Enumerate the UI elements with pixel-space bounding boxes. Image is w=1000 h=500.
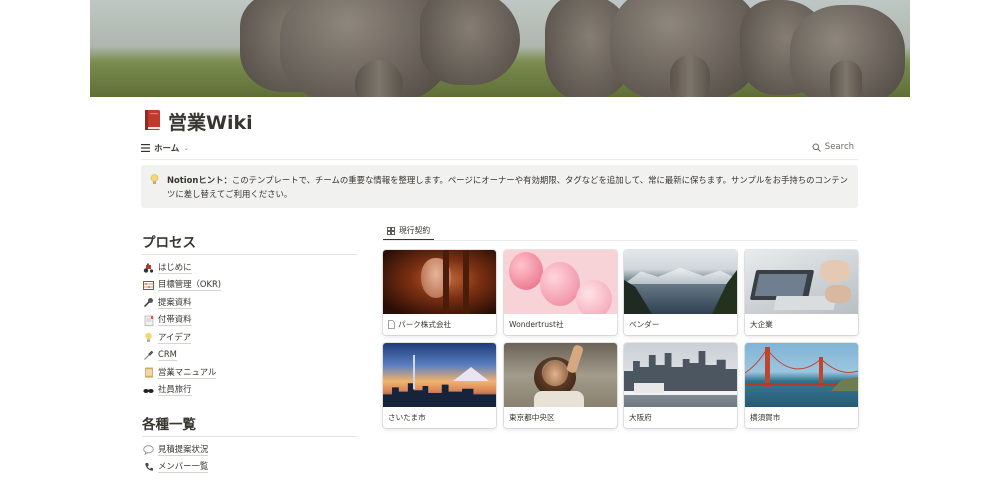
card-image-harbor-skyline: [624, 343, 737, 407]
page-link-quote-status[interactable]: 見積提案状況: [143, 441, 209, 459]
page-link-okr[interactable]: 目標管理（OKR): [143, 277, 222, 295]
process-link-list: はじめに 目標管理（OKR) 提案資料 付帯資料 アイデア CRM 営業マニュア…: [143, 259, 222, 400]
scroll-icon: [143, 367, 154, 378]
card-title: 横須賀市: [750, 412, 854, 423]
card-title-text: さいたま市: [388, 413, 426, 422]
divider: [142, 254, 357, 255]
page-link-label: CRM: [158, 349, 177, 362]
page-link-label: 目標管理（OKR): [158, 279, 222, 292]
page-title[interactable]: 営業Wiki: [168, 108, 253, 135]
page-link-crm[interactable]: CRM: [143, 347, 221, 365]
sunglasses-icon: [143, 385, 154, 396]
page-link-label: アイデア: [158, 331, 192, 344]
page-link-label: 付帯資料: [158, 314, 192, 327]
page-link-label: 見積提案状況: [158, 443, 209, 456]
search-button[interactable]: Search: [812, 142, 854, 152]
list-icon: [141, 144, 150, 152]
page-link-member-list[interactable]: メンバー一覧: [143, 459, 209, 477]
page-link-supplementary[interactable]: 付帯資料: [143, 312, 221, 330]
gallery-card-vendor[interactable]: ベンダー: [624, 250, 737, 335]
card-title-text: ベンダー: [629, 320, 660, 329]
page-link-label: はじめに: [158, 261, 192, 274]
speech-bubble-icon: [143, 444, 154, 455]
card-title-text: 東京都中央区: [509, 413, 555, 422]
card-image-fjord: [624, 250, 737, 314]
telephone-icon: [143, 462, 154, 473]
gallery-grid-icon: [387, 226, 395, 235]
page-icon: [388, 320, 395, 329]
section-title-lists: 各種一覧: [142, 417, 196, 433]
gallery-card-chuo[interactable]: 東京都中央区: [504, 343, 617, 428]
gallery-card-saitama[interactable]: さいたま市: [383, 343, 496, 428]
cover-image[interactable]: [90, 0, 910, 97]
page-link-getting-started[interactable]: はじめに: [143, 259, 221, 277]
cover-elephant-trunk: [670, 55, 710, 97]
card-image-golden-gate: [745, 343, 858, 407]
tab-current-contracts[interactable]: 現行契約: [383, 222, 435, 241]
card-title: 大企業: [750, 319, 854, 330]
search-icon: [812, 143, 821, 152]
gallery-tabbar: 現行契約: [383, 222, 857, 241]
card-title: ベンダー: [629, 319, 733, 330]
card-title-text: パーク株式会社: [398, 320, 452, 329]
card-title-text: 大阪府: [629, 413, 652, 422]
divider: [383, 240, 857, 241]
section-title-process: プロセス: [142, 235, 196, 251]
cover-elephant-trunk: [830, 60, 862, 97]
search-label: Search: [824, 142, 854, 152]
card-title-text: 横須賀市: [750, 413, 781, 422]
page-link-label: メンバー一覧: [158, 461, 209, 474]
card-title: Wondertrust社: [509, 319, 613, 330]
page-link-label: 提案資料: [158, 296, 192, 309]
page-link-sales-manual[interactable]: 営業マニュアル: [143, 364, 221, 382]
view-bar: ホーム ⌄ Search: [141, 141, 858, 157]
gallery-card-wondertrust[interactable]: Wondertrust社: [504, 250, 617, 335]
tractor-icon: [143, 262, 154, 273]
callout-bold-text: Notionヒント：: [167, 175, 232, 185]
gallery-card-osaka[interactable]: 大阪府: [624, 343, 737, 428]
card-title: 東京都中央区: [509, 412, 613, 423]
lightbulb-icon: [143, 332, 154, 343]
microphone-icon: [143, 297, 154, 308]
card-title: さいたま市: [388, 412, 492, 423]
card-image-balloons: [504, 250, 617, 314]
red-book-icon[interactable]: [143, 109, 163, 131]
tab-label: 現行契約: [399, 226, 431, 235]
view-selector[interactable]: ホーム ⌄: [141, 142, 189, 154]
abacus-icon: [143, 280, 154, 291]
card-title: パーク株式会社: [388, 319, 492, 330]
cover-elephant-ear: [420, 0, 520, 85]
gallery-card-enterprise[interactable]: 大企業: [745, 250, 858, 335]
screwdriver-icon: [143, 350, 154, 361]
bookmark-tabs-icon: [143, 315, 154, 326]
callout-text: このテンプレートで、チームの重要な情報を整理します。ページにオーナーや有効期限、…: [167, 175, 848, 199]
page-link-proposal[interactable]: 提案資料: [143, 294, 221, 312]
divider: [141, 159, 858, 160]
chevron-down-icon: ⌄: [183, 144, 190, 152]
card-image-woman-raising-hand: [504, 343, 617, 407]
lists-link-list: 見積提案状況 メンバー一覧: [143, 441, 209, 477]
page-link-label: 社員旅行: [158, 384, 192, 397]
callout[interactable]: Notionヒント：このテンプレートで、チームの重要な情報を整理します。ページに…: [141, 165, 858, 208]
card-image-pig: [383, 250, 496, 314]
card-title-text: Wondertrust社: [509, 320, 564, 329]
view-label: ホーム: [154, 144, 180, 154]
card-image-laptop-meeting: [745, 250, 858, 314]
page-link-label: 営業マニュアル: [158, 366, 217, 379]
card-title-text: 大企業: [750, 320, 773, 329]
card-title: 大阪府: [629, 412, 733, 423]
gallery-card-park[interactable]: パーク株式会社: [383, 250, 496, 335]
page-link-ideas[interactable]: アイデア: [143, 329, 221, 347]
page-link-company-trip[interactable]: 社員旅行: [143, 382, 221, 400]
divider: [142, 436, 357, 437]
card-image-city-skyline: [383, 343, 496, 407]
lightbulb-icon: [150, 174, 159, 189]
gallery-card-yokosuka[interactable]: 横須賀市: [745, 343, 858, 428]
